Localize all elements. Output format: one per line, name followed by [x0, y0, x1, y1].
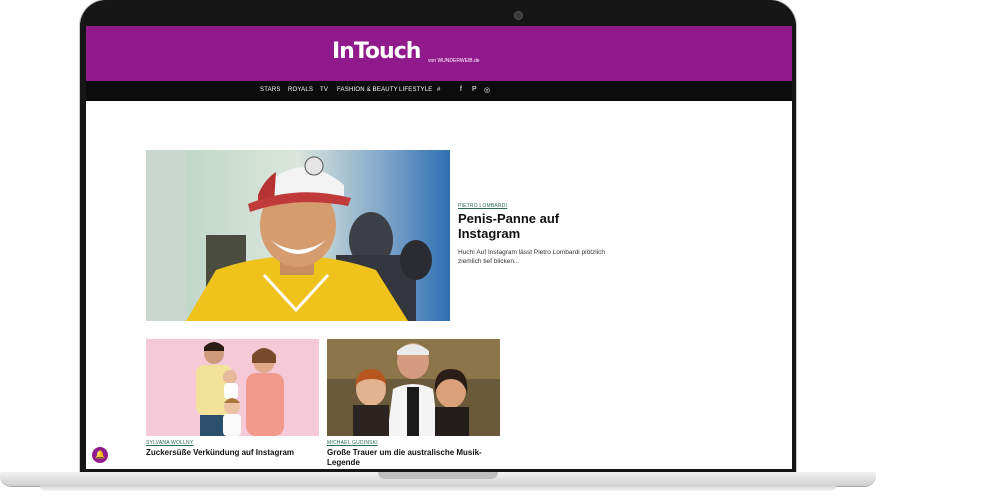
nav-item-fashion-beauty[interactable]: FASHION & BEAUTY	[337, 87, 398, 93]
site-logo[interactable]: InTouch	[332, 37, 421, 67]
family-photo	[146, 339, 319, 436]
instagram-icon[interactable]: ◎	[484, 86, 490, 94]
nav-item-hashtag[interactable]: #	[437, 87, 441, 93]
card-category-tag-2[interactable]: MICHAEL GUDINSKI	[327, 440, 378, 446]
card-title-2[interactable]: Große Trauer um die australische Musik-L…	[327, 448, 502, 468]
nav-item-lifestyle[interactable]: LIFESTYLE	[399, 87, 432, 93]
camera-dot	[515, 12, 522, 19]
facebook-icon[interactable]: f	[460, 86, 462, 93]
browser-screen: InTouch von WUNDERWEIB.de STARS ROYALS T…	[86, 26, 792, 469]
card-category-tag-1[interactable]: SYLVANA WOLLNY	[146, 440, 193, 446]
hero-category-tag[interactable]: PIETRO LOMBARDI	[458, 203, 507, 209]
hero-teaser: Huch! Auf Instagram lässt Pietro Lombard…	[458, 249, 606, 265]
laptop-shadow	[40, 486, 836, 491]
site-header: InTouch von WUNDERWEIB.de	[86, 26, 792, 81]
bell-icon[interactable]: 🔔	[92, 447, 108, 463]
hero-image[interactable]	[146, 150, 450, 321]
nav-item-royals[interactable]: ROYALS	[288, 87, 313, 93]
logo-subtitle: von WUNDERWEIB.de	[428, 58, 480, 64]
nav-item-stars[interactable]: STARS	[260, 87, 281, 93]
card-image-1[interactable]	[146, 339, 319, 436]
main-nav: STARS ROYALS TV FASHION & BEAUTY LIFESTY…	[86, 81, 792, 101]
event-photo	[327, 339, 500, 436]
nav-item-tv[interactable]: TV	[320, 87, 328, 93]
hero-photo	[146, 150, 450, 321]
hero-title[interactable]: Penis-Panne auf Instagram	[458, 211, 618, 241]
pinterest-icon[interactable]: P	[472, 86, 477, 93]
laptop-notch	[378, 472, 498, 479]
card-title-1[interactable]: Zuckersüße Verkündung auf Instagram	[146, 448, 321, 458]
card-image-2[interactable]	[327, 339, 500, 436]
